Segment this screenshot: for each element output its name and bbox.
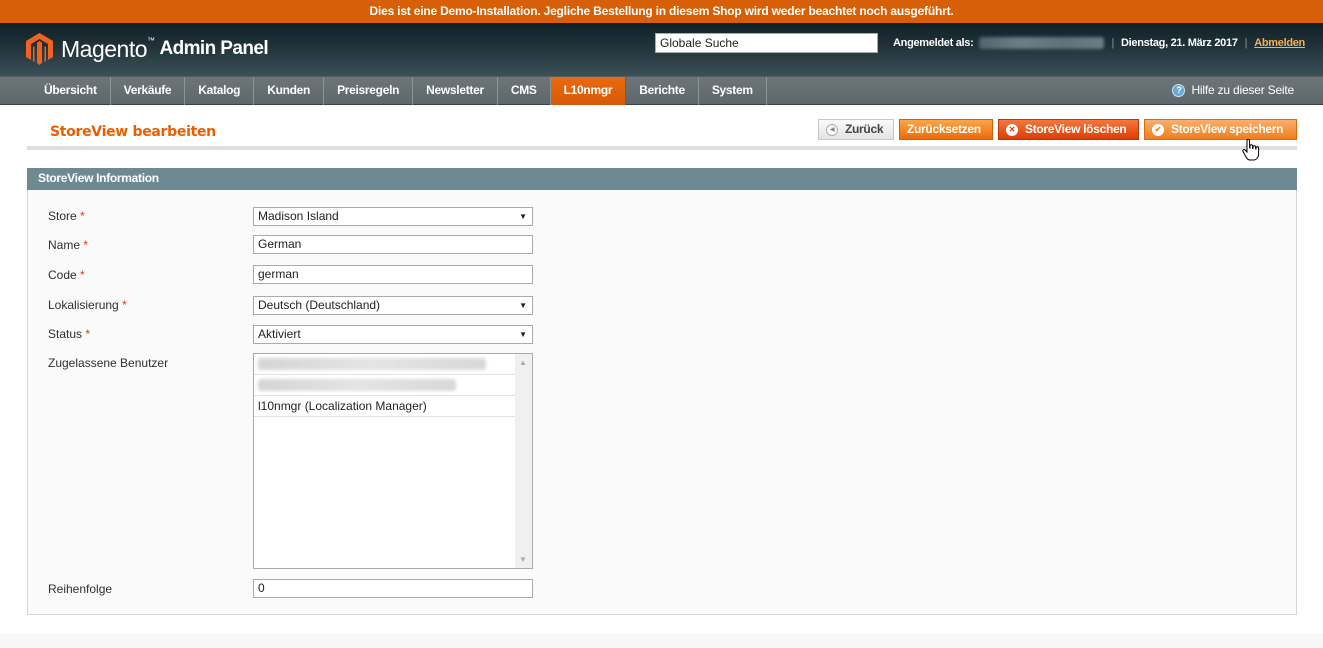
dropdown-arrow-icon: ▼ bbox=[519, 301, 527, 310]
magento-logo[interactable]: Magento™ Admin Panel bbox=[26, 33, 269, 65]
logo-subtitle: Admin Panel bbox=[159, 38, 269, 59]
status-select[interactable]: Aktiviert ▼ bbox=[253, 325, 533, 344]
nav-item-katalog[interactable]: Katalog bbox=[185, 77, 255, 105]
logout-link[interactable]: Abmelden bbox=[1254, 37, 1305, 49]
title-divider bbox=[27, 146, 1297, 150]
dropdown-arrow-icon: ▼ bbox=[519, 212, 527, 221]
section-header: StoreView Information bbox=[27, 168, 1297, 190]
page-title: StoreView bearbeiten bbox=[50, 124, 216, 140]
save-button-label: StoreView speichern bbox=[1171, 122, 1284, 136]
footer-strip bbox=[0, 634, 1323, 648]
global-search-input[interactable] bbox=[655, 33, 878, 53]
list-item[interactable] bbox=[254, 375, 515, 396]
code-input[interactable]: german bbox=[253, 265, 533, 284]
list-item[interactable] bbox=[254, 354, 515, 375]
locale-select[interactable]: Deutsch (Deutschland) ▼ bbox=[253, 296, 533, 315]
nav-item-system[interactable]: System bbox=[699, 77, 767, 105]
reset-button-label: Zurücksetzen bbox=[907, 122, 981, 136]
nav-item-l10nmgr[interactable]: L10nmgr bbox=[550, 77, 627, 105]
nav-item-newsletter[interactable]: Newsletter bbox=[413, 77, 498, 105]
back-arrow-icon: ◀ bbox=[826, 123, 838, 136]
nav-item-berichte[interactable]: Berichte bbox=[626, 77, 699, 105]
back-button-label: Zurück bbox=[845, 122, 884, 136]
scroll-up-arrow-icon[interactable]: ▲ bbox=[519, 358, 527, 367]
allowed-users-label: Zugelassene Benutzer bbox=[48, 356, 169, 370]
delete-storeview-button[interactable]: ✕ StoreView löschen bbox=[998, 119, 1139, 140]
current-date: Dienstag, 21. März 2017 bbox=[1121, 37, 1238, 49]
save-check-icon: ✔ bbox=[1152, 123, 1164, 136]
locale-label: Lokalisierung * bbox=[48, 298, 127, 312]
magento-logo-icon bbox=[26, 33, 53, 65]
logged-in-label: Angemeldet als: bbox=[893, 37, 974, 49]
help-icon: ? bbox=[1172, 83, 1186, 97]
delete-button-label: StoreView löschen bbox=[1025, 122, 1127, 136]
help-label: Hilfe zu dieser Seite bbox=[1191, 83, 1294, 97]
list-item[interactable]: l10nmgr (Localization Manager) bbox=[254, 396, 515, 417]
separator: | bbox=[1244, 37, 1248, 49]
hand-pointer-cursor-icon bbox=[1242, 139, 1260, 161]
help-link[interactable]: ? Hilfe zu dieser Seite bbox=[1172, 83, 1294, 97]
scroll-down-arrow-icon[interactable]: ▼ bbox=[519, 555, 527, 564]
nav-item-verkaeufe[interactable]: Verkäufe bbox=[111, 77, 186, 105]
sort-order-label: Reihenfolge bbox=[48, 582, 113, 596]
store-label: Store * bbox=[48, 209, 85, 223]
redacted-user bbox=[258, 379, 456, 391]
separator: | bbox=[1111, 37, 1115, 49]
name-label: Name * bbox=[48, 238, 89, 252]
admin-header: Magento™ Admin Panel Angemeldet als: | D… bbox=[0, 23, 1323, 76]
nav-item-preisregeln[interactable]: Preisregeln bbox=[324, 77, 414, 105]
store-select[interactable]: Madison Island ▼ bbox=[253, 207, 533, 226]
save-storeview-button[interactable]: ✔ StoreView speichern bbox=[1144, 119, 1297, 140]
back-button[interactable]: ◀ Zurück bbox=[818, 119, 894, 140]
logo-brand: Magento™ bbox=[61, 35, 155, 62]
nav-item-kunden[interactable]: Kunden bbox=[254, 77, 325, 105]
redacted-user bbox=[258, 358, 486, 370]
storeview-information-fieldset bbox=[27, 190, 1297, 615]
store-selected-value: Madison Island bbox=[258, 209, 339, 223]
listbox-scrollbar[interactable]: ▲ ▼ bbox=[515, 354, 532, 568]
locale-selected-value: Deutsch (Deutschland) bbox=[258, 298, 381, 312]
code-label: Code * bbox=[48, 268, 85, 282]
status-label: Status * bbox=[48, 327, 91, 341]
main-navigation: Übersicht Verkäufe Katalog Kunden Preisr… bbox=[0, 76, 1323, 105]
status-selected-value: Aktiviert bbox=[258, 327, 301, 341]
nav-item-uebersicht[interactable]: Übersicht bbox=[31, 77, 111, 105]
allowed-users-multiselect[interactable]: l10nmgr (Localization Manager) ▲ ▼ bbox=[253, 353, 533, 569]
demo-notice-banner: Dies ist eine Demo-Installation. Jeglich… bbox=[0, 0, 1323, 23]
dropdown-arrow-icon: ▼ bbox=[519, 330, 527, 339]
username-redacted bbox=[979, 37, 1105, 49]
sort-order-input[interactable]: 0 bbox=[253, 579, 533, 598]
delete-x-icon: ✕ bbox=[1006, 123, 1018, 136]
reset-button[interactable]: Zurücksetzen bbox=[899, 119, 993, 140]
user-info: Angemeldet als: | Dienstag, 21. März 201… bbox=[893, 37, 1305, 49]
nav-item-cms[interactable]: CMS bbox=[498, 77, 551, 105]
name-input[interactable]: German bbox=[253, 235, 533, 254]
